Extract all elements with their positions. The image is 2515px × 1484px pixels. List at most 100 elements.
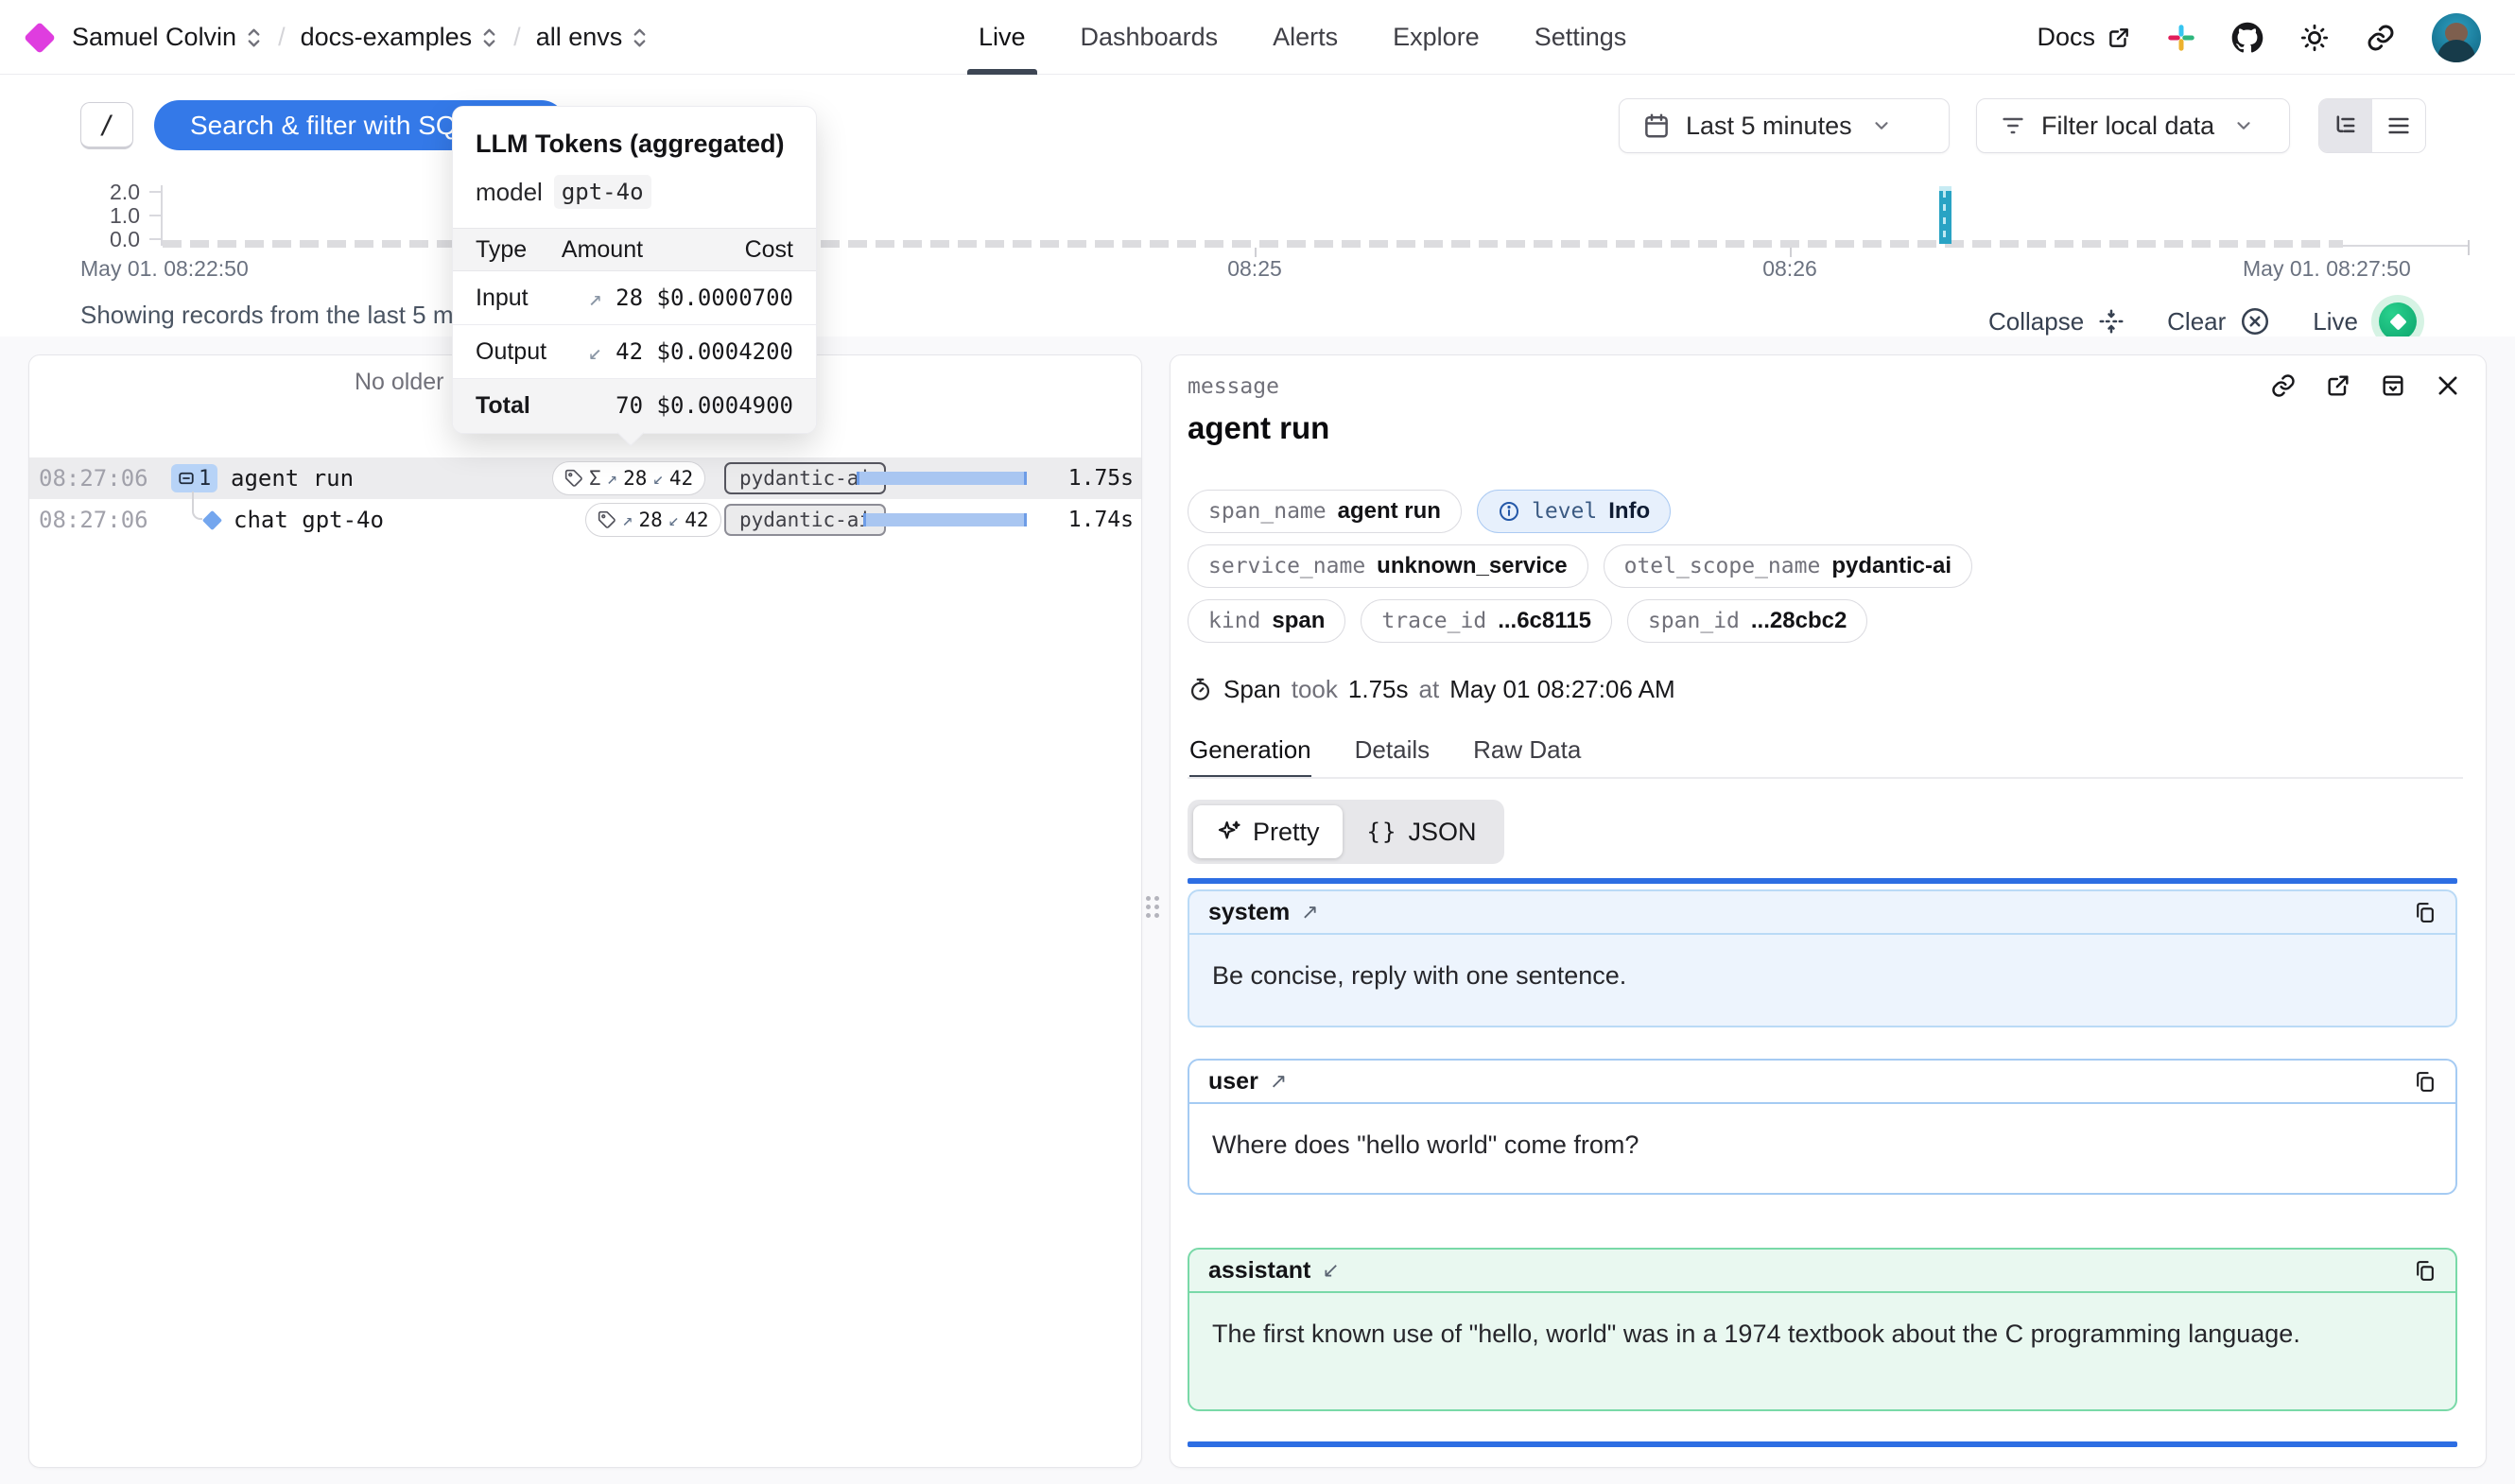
- stopwatch-icon: [1188, 677, 1213, 702]
- panel-resize-handle[interactable]: [1146, 896, 1163, 924]
- copy-icon[interactable]: [2413, 901, 2437, 924]
- trace-row-chat-gpt-4o[interactable]: 08:27:06 chat gpt-4o ↗ 28 ↙ 42 pydantic-…: [29, 499, 1141, 541]
- tree-view-button[interactable]: [2319, 99, 2372, 152]
- sigma-icon: Σ: [589, 467, 601, 490]
- row-type: Total: [453, 379, 555, 433]
- docs-link[interactable]: Docs: [2037, 23, 2131, 52]
- tokens-table: Type Amount Cost Input ↗ 28 $0.0000700 O…: [453, 228, 816, 433]
- attribute-row: span_name agent run level Info: [1188, 490, 1671, 533]
- time-range-dropdown[interactable]: Last 5 minutes: [1619, 98, 1950, 153]
- attr-value: Info: [1608, 498, 1650, 525]
- breadcrumb-separator: /: [513, 23, 521, 52]
- copy-icon[interactable]: [2413, 1259, 2437, 1283]
- collapse-children-badge[interactable]: 1: [171, 464, 217, 492]
- nav-tab-dashboards[interactable]: Dashboards: [1081, 0, 1219, 75]
- token-summary-pill[interactable]: ↗ 28 ↙ 42: [585, 503, 721, 537]
- level-pill[interactable]: level Info: [1477, 490, 1671, 533]
- filter-local-data-dropdown[interactable]: Filter local data: [1976, 98, 2290, 153]
- tooltip-model-line: model gpt-4o: [453, 159, 816, 228]
- output-tokens: 42: [669, 467, 693, 490]
- span-name-pill[interactable]: span_name agent run: [1188, 490, 1462, 533]
- search-shortcut-key[interactable]: /: [80, 102, 133, 149]
- environment-selector[interactable]: all envs: [536, 23, 650, 52]
- nav-tab-alerts[interactable]: Alerts: [1273, 0, 1338, 75]
- trace-rows: 08:27:06 1 agent run Σ ↗ 28 ↙ 42 pydanti…: [29, 457, 1141, 541]
- share-link-icon[interactable]: [2366, 23, 2396, 53]
- json-label: JSON: [1408, 818, 1476, 847]
- attribute-row: service_name unknown_service otel_scope_…: [1188, 544, 1972, 588]
- clear-label: Clear: [2167, 307, 2226, 336]
- list-view-icon: [2385, 112, 2412, 139]
- y-axis-tick: 2.0: [57, 180, 140, 204]
- timeline-record-bar[interactable]: [1939, 186, 1951, 244]
- message-card-header: assistant ↙: [1189, 1250, 2455, 1293]
- copy-link-icon[interactable]: [2270, 372, 2297, 399]
- tab-raw-data[interactable]: Raw Data: [1473, 735, 1581, 779]
- span-title: agent run: [1188, 410, 1329, 446]
- otel-scope-pill[interactable]: otel_scope_name pydantic-ai: [1604, 544, 1972, 588]
- clear-button[interactable]: Clear: [2167, 305, 2271, 337]
- list-view-button[interactable]: [2372, 99, 2425, 152]
- x-axis-label-start: May 01. 08:22:50: [80, 255, 249, 282]
- row-amount: 42: [616, 338, 643, 365]
- open-in-new-icon[interactable]: [2325, 372, 2351, 399]
- live-label: Live: [2313, 307, 2358, 336]
- token-summary-pill[interactable]: Σ ↗ 28 ↙ 42: [552, 461, 705, 495]
- nav-tab-settings[interactable]: Settings: [1535, 0, 1627, 75]
- dock-panel-icon[interactable]: [2380, 372, 2406, 399]
- collapse-node-icon: [178, 470, 195, 487]
- tab-generation[interactable]: Generation: [1189, 735, 1311, 779]
- children-count: 1: [199, 467, 211, 491]
- duration-bar[interactable]: [857, 472, 1027, 485]
- project-selector[interactable]: docs-examples: [301, 23, 499, 52]
- slack-icon[interactable]: [2167, 24, 2195, 52]
- pretty-view-button[interactable]: Pretty: [1193, 805, 1343, 858]
- tag-icon: [564, 469, 583, 488]
- attr-key: service_name: [1208, 554, 1365, 578]
- y-axis-tickmark: [149, 238, 162, 240]
- org-selector[interactable]: Samuel Colvin: [72, 23, 263, 52]
- docs-label: Docs: [2037, 23, 2095, 52]
- close-icon[interactable]: [2435, 372, 2461, 399]
- breadcrumb: Samuel Colvin / docs-examples / all envs: [28, 0, 649, 75]
- breadcrumb-separator: /: [278, 23, 286, 52]
- attr-key: trace_id: [1381, 609, 1486, 633]
- attr-value: agent run: [1338, 498, 1441, 525]
- input-tokens: 28: [638, 509, 662, 531]
- user-avatar[interactable]: [2432, 13, 2481, 62]
- collapse-button[interactable]: Collapse: [1988, 307, 2125, 336]
- row-cost: $0.0004900: [643, 379, 816, 433]
- nav-tab-live[interactable]: Live: [979, 0, 1026, 75]
- filter-local-data-label: Filter local data: [2041, 112, 2214, 141]
- message-card-header: system ↗: [1189, 891, 2455, 935]
- chevron-updown-icon: [245, 26, 263, 50]
- input-tokens-arrow-icon: ↗: [607, 468, 617, 489]
- trace-row-time: 08:27:06: [39, 457, 148, 499]
- attr-value: ...6c8115: [1498, 608, 1591, 634]
- span-id-pill[interactable]: span_id ...28cbc2: [1627, 599, 1867, 643]
- kind-pill[interactable]: kind span: [1188, 599, 1345, 643]
- attr-key: span_name: [1208, 499, 1327, 524]
- sparkle-icon: [1216, 819, 1242, 845]
- theme-sun-icon[interactable]: [2299, 23, 2330, 53]
- duration-bar[interactable]: [863, 513, 1027, 526]
- incoming-arrow-icon: ↙: [1322, 1258, 1339, 1283]
- message-card-header: user ↗: [1189, 1061, 2455, 1104]
- nav-tab-explore[interactable]: Explore: [1393, 0, 1480, 75]
- tag-icon: [598, 510, 616, 529]
- trace-id-pill[interactable]: trace_id ...6c8115: [1361, 599, 1612, 643]
- copy-icon[interactable]: [2413, 1070, 2437, 1094]
- service-name-pill[interactable]: service_name unknown_service: [1188, 544, 1588, 588]
- output-arrow-icon: ↙: [588, 338, 601, 365]
- message-role: assistant: [1208, 1257, 1310, 1285]
- attr-value: unknown_service: [1377, 553, 1567, 579]
- logfire-logo-icon: [24, 22, 56, 54]
- time-range-label: Last 5 minutes: [1686, 112, 1852, 141]
- json-view-button[interactable]: {} JSON: [1344, 805, 1500, 858]
- tab-details[interactable]: Details: [1355, 735, 1430, 779]
- attr-value: span: [1272, 608, 1325, 634]
- attr-key: otel_scope_name: [1624, 554, 1821, 578]
- github-icon[interactable]: [2231, 22, 2264, 54]
- scope-tag[interactable]: pydantic-ai: [724, 504, 886, 536]
- model-value: gpt-4o: [554, 175, 651, 209]
